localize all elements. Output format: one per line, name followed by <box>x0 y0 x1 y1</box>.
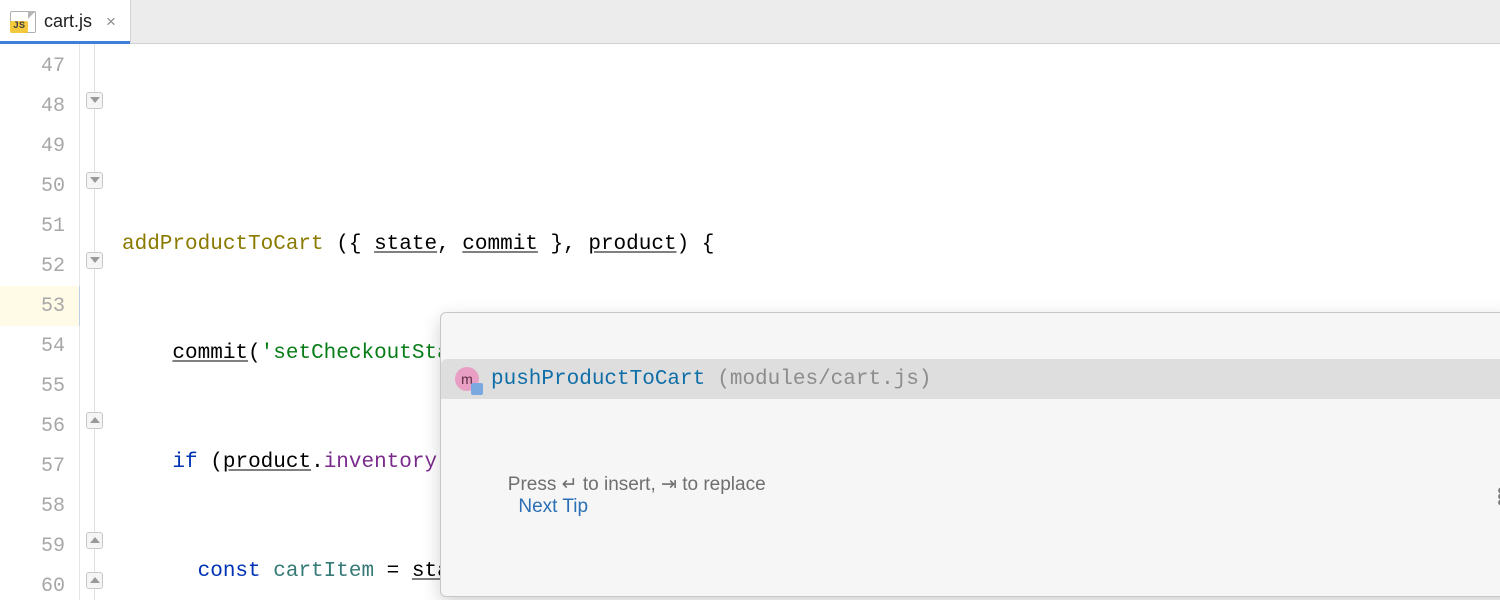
line-number[interactable]: 48 <box>0 86 79 126</box>
fold-toggle-icon[interactable] <box>86 92 103 109</box>
code-area[interactable]: addProductToCart ({ state, commit }, pro… <box>110 44 1500 600</box>
line-number[interactable]: 57 <box>0 446 79 486</box>
line-number[interactable]: 51 <box>0 206 79 246</box>
tab-filename: cart.js <box>44 11 92 32</box>
line-number[interactable]: 50 <box>0 166 79 206</box>
line-number[interactable]: 60 <box>0 566 79 600</box>
completion-popup: m pushProductToCart (modules/cart.js) Pr… <box>440 312 1500 597</box>
line-number[interactable]: 55 <box>0 366 79 406</box>
fold-toggle-icon[interactable] <box>86 252 103 269</box>
gutter: 47 48 49 50 51 52 53 54 55 56 57 58 59 6… <box>0 44 80 600</box>
editor-tab[interactable]: JS cart.js × <box>0 0 131 43</box>
code-line[interactable]: addProductToCart ({ state, commit }, pro… <box>110 224 1500 264</box>
completion-hint-bar: Press ↵ to insert, ⇥ to replace Next Tip… <box>441 445 1500 550</box>
js-file-icon: JS <box>10 11 36 33</box>
line-number[interactable]: 56 <box>0 406 79 446</box>
tab-bar: JS cart.js × <box>0 0 1500 44</box>
enter-key-icon: ↵ <box>562 474 578 495</box>
fold-toggle-icon[interactable] <box>86 532 103 549</box>
fold-toggle-icon[interactable] <box>86 172 103 189</box>
fold-column <box>80 44 110 600</box>
next-tip-link[interactable]: Next Tip <box>518 496 588 517</box>
line-number[interactable]: 47 <box>0 46 79 86</box>
completion-name: pushProductToCart <box>491 368 705 391</box>
line-number[interactable]: 52 <box>0 246 79 286</box>
function-name: addProductToCart <box>122 233 324 256</box>
line-number[interactable]: 54 <box>0 326 79 366</box>
tab-key-icon: ⇥ <box>661 474 677 495</box>
method-icon: m <box>455 367 479 391</box>
close-icon[interactable]: × <box>106 13 116 30</box>
completion-context: (modules/cart.js) <box>717 368 931 391</box>
completion-hint-text: Press ↵ to insert, ⇥ to replace Next Tip <box>455 451 766 540</box>
line-number[interactable]: 53 <box>0 286 79 326</box>
code-line[interactable] <box>110 115 1500 155</box>
line-number[interactable]: 59 <box>0 526 79 566</box>
completion-item[interactable]: m pushProductToCart (modules/cart.js) <box>441 359 1500 399</box>
fold-toggle-icon[interactable] <box>86 572 103 589</box>
code-editor[interactable]: 47 48 49 50 51 52 53 54 55 56 57 58 59 6… <box>0 44 1500 600</box>
line-number[interactable]: 58 <box>0 486 79 526</box>
line-number[interactable]: 49 <box>0 126 79 166</box>
js-badge: JS <box>10 21 28 33</box>
fold-toggle-icon[interactable] <box>86 412 103 429</box>
